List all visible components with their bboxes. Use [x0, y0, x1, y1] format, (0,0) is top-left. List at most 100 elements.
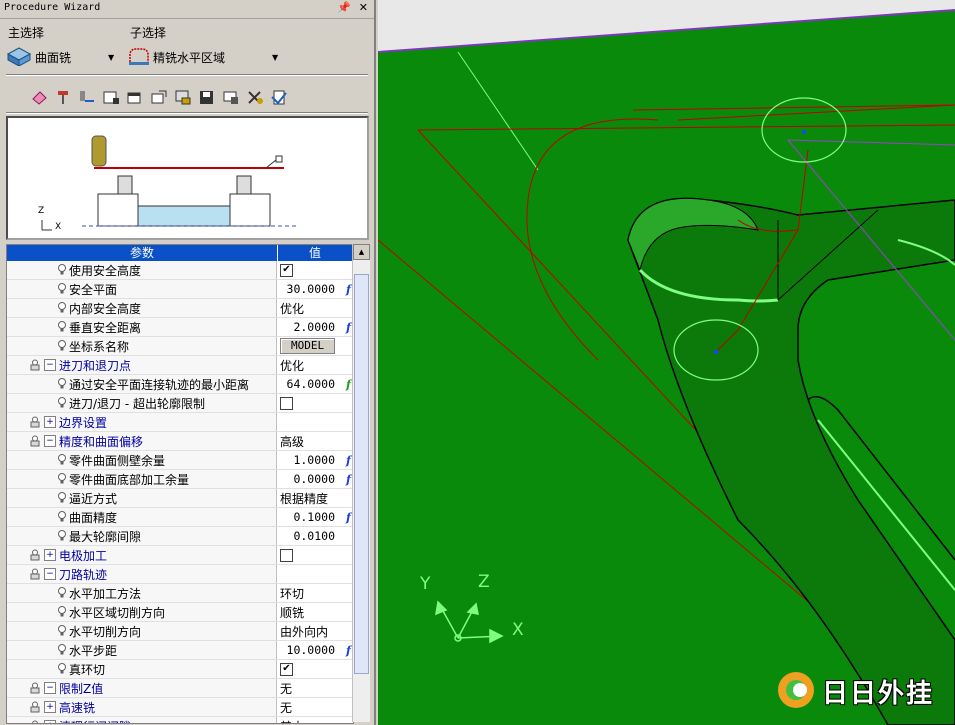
param-group-row[interactable]: − 限制Z值 无 [7, 679, 353, 698]
param-row[interactable]: 通过安全平面连接轨迹的最小距离 64.0000 f [7, 375, 353, 394]
param-value[interactable]: 优化 [277, 356, 353, 374]
parameter-table: 参数 值 使用安全高度 ✔ 安全平面 30.0000 f 内部安全高度 优化 垂直安全距离 2.… [6, 244, 354, 724]
axis-x-label: X [512, 620, 524, 640]
chevron-down-icon[interactable]: ▼ [272, 53, 278, 62]
export-icon[interactable] [148, 86, 169, 107]
sub-selection-dropdown[interactable]: 精铣水平区域 ▼ [128, 46, 278, 68]
param-value[interactable]: 由外向内 [277, 622, 353, 640]
param-row[interactable]: 内部安全高度 优化 [7, 299, 353, 318]
formula-icon[interactable]: f [346, 472, 351, 486]
param-value[interactable]: 0.0100 [277, 527, 353, 545]
param-value[interactable] [277, 394, 353, 412]
param-group-row[interactable]: +清理行间间隙 基本 [7, 717, 353, 724]
collapse-icon[interactable]: − [44, 435, 56, 447]
param-value[interactable]: 高级 [277, 432, 353, 450]
scrollbar-thumb[interactable] [354, 274, 369, 674]
param-value[interactable]: 根据精度 [277, 489, 353, 507]
collapse-icon[interactable]: − [44, 568, 56, 580]
param-row[interactable]: 坐标系名称 MODEL [7, 337, 353, 356]
formula-icon[interactable]: f [346, 453, 351, 467]
param-row[interactable]: 垂直安全距离 2.0000 f [7, 318, 353, 337]
3d-viewport[interactable]: Y Z X [378, 0, 955, 725]
eraser-icon[interactable] [28, 86, 49, 107]
clipboard-icon[interactable] [268, 86, 289, 107]
param-row[interactable]: 零件曲面底部加工余量 0.0000 f [7, 470, 353, 489]
param-value[interactable]: 0.0000 f [277, 470, 353, 488]
param-value[interactable]: ✔ [277, 660, 353, 678]
lightbulb-icon [55, 377, 69, 391]
param-row[interactable]: 水平区域切削方向 顺铣 [7, 603, 353, 622]
divider [6, 74, 368, 76]
param-value[interactable]: 优化 [277, 299, 353, 317]
param-value[interactable]: 顺铣 [277, 603, 353, 621]
param-group-row[interactable]: − 精度和曲面偏移 高级 [7, 432, 353, 451]
collapse-icon[interactable]: − [44, 682, 56, 694]
expand-icon[interactable]: + [44, 549, 56, 561]
formula-icon[interactable]: f [346, 377, 351, 391]
param-row[interactable]: 曲面精度 0.1000 f [7, 508, 353, 527]
param-row[interactable]: 零件曲面侧壁余量 1.0000 f [7, 451, 353, 470]
param-checkbox[interactable]: ✔ [280, 263, 293, 277]
group-icon [29, 700, 43, 714]
param-value[interactable]: 30.0000 f [277, 280, 353, 298]
value-column-header[interactable]: 值 [278, 245, 353, 261]
param-value[interactable]: 1.0000 f [277, 451, 353, 469]
param-value[interactable] [277, 413, 353, 431]
param-checkbox[interactable] [280, 548, 293, 562]
formula-icon[interactable]: f [346, 510, 351, 524]
window-icon[interactable] [124, 86, 145, 107]
param-value[interactable]: 无 [277, 679, 353, 697]
param-value[interactable]: 环切 [277, 584, 353, 602]
param-value[interactable] [277, 565, 353, 583]
expand-icon[interactable]: + [44, 720, 56, 723]
param-checkbox[interactable]: ✔ [280, 662, 293, 676]
cutter-list-icon[interactable] [100, 86, 121, 107]
pin-icon[interactable]: 📌 [337, 1, 351, 14]
param-value[interactable]: 10.0000 f [277, 641, 353, 659]
coordinate-system-button[interactable]: MODEL [280, 338, 336, 354]
close-icon[interactable]: ✕ [359, 1, 368, 14]
param-value[interactable]: 2.0000 f [277, 318, 353, 336]
collapse-icon[interactable]: − [44, 359, 56, 371]
param-row[interactable]: 最大轮廓间隙 0.0100 [7, 527, 353, 546]
param-value[interactable]: MODEL [277, 337, 353, 355]
param-value[interactable]: 基本 [277, 717, 353, 724]
param-value[interactable]: 64.0000 f [277, 375, 353, 393]
settings-icon[interactable] [244, 86, 265, 107]
param-value[interactable] [277, 546, 353, 564]
param-group-row[interactable]: + 边界设置 [7, 413, 353, 432]
param-row[interactable]: 水平加工方法 环切 [7, 584, 353, 603]
param-row[interactable]: 水平切削方向 由外向内 [7, 622, 353, 641]
param-row[interactable]: 使用安全高度 ✔ [7, 261, 353, 280]
param-group-row[interactable]: + 高速铣 无 [7, 698, 353, 717]
probe-icon[interactable] [52, 86, 73, 107]
tool-path-icon[interactable] [76, 86, 97, 107]
machine-icon[interactable] [220, 86, 241, 107]
expand-icon[interactable]: + [44, 416, 56, 428]
main-selection-dropdown[interactable]: 曲面铣 ▼ [6, 46, 114, 68]
param-value[interactable]: ✔ [277, 261, 353, 279]
chevron-down-icon[interactable]: ▼ [108, 53, 114, 62]
param-row[interactable]: 真环切 ✔ [7, 660, 353, 679]
expand-icon[interactable]: + [44, 701, 56, 713]
formula-icon[interactable]: f [346, 282, 351, 296]
param-column-header[interactable]: 参数 [7, 245, 278, 261]
param-group-row[interactable]: − 刀路轨迹 [7, 565, 353, 584]
formula-icon[interactable]: f [346, 320, 351, 334]
lightbulb-icon [55, 320, 69, 334]
calc-icon[interactable] [172, 86, 193, 107]
param-row[interactable]: 逼近方式 根据精度 [7, 489, 353, 508]
param-group-row[interactable]: + 电极加工 [7, 546, 353, 565]
scroll-up-arrow-icon[interactable]: ▲ [353, 244, 370, 260]
formula-icon[interactable]: f [346, 643, 351, 657]
param-row[interactable]: 安全平面 30.0000 f [7, 280, 353, 299]
save-icon[interactable] [196, 86, 217, 107]
parameter-scrollbar[interactable]: ▲ [352, 244, 370, 722]
param-row[interactable]: 进刀/退刀 - 超出轮廓限制 [7, 394, 353, 413]
param-value[interactable]: 无 [277, 698, 353, 716]
param-group-row[interactable]: − 进刀和退刀点 优化 [7, 356, 353, 375]
param-value[interactable]: 0.1000 f [277, 508, 353, 526]
param-row[interactable]: 水平步距 10.0000 f [7, 641, 353, 660]
procedure-wizard-panel: Procedure Wizard 📌 ✕ 主选择 子选择 曲面铣 ▼ 精铣水平区… [0, 0, 376, 725]
param-checkbox[interactable] [280, 396, 293, 410]
